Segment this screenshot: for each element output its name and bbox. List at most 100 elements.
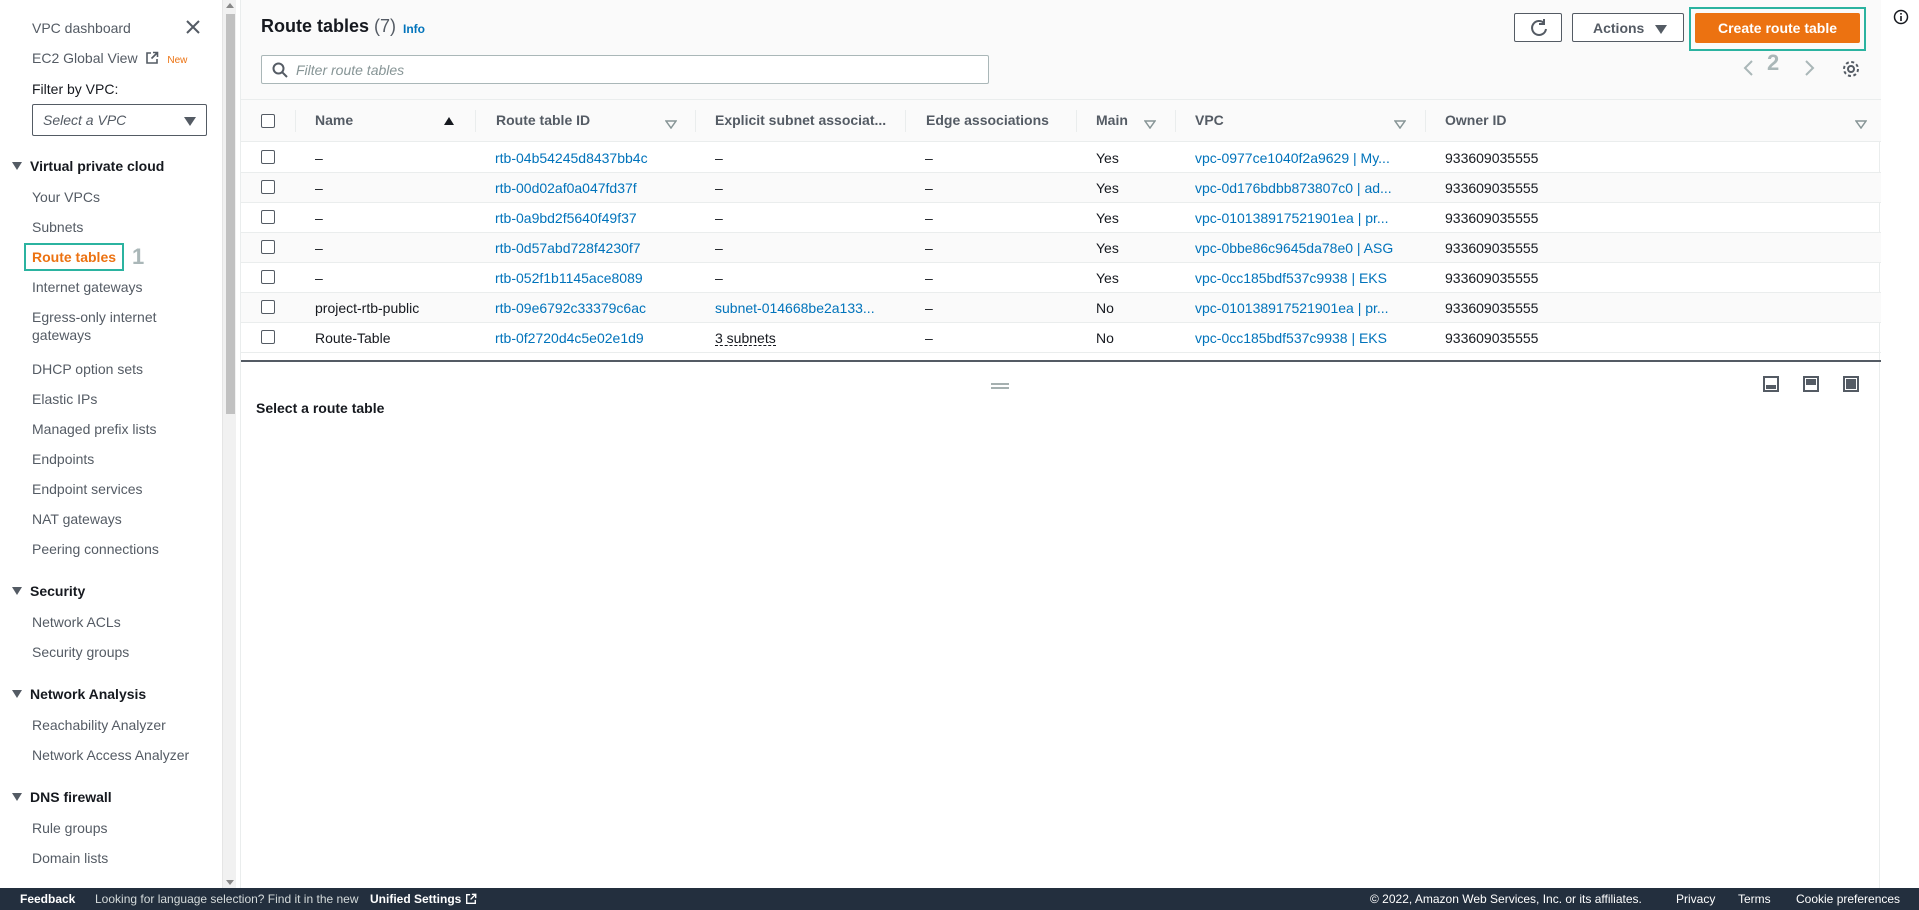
sidebar-item-nat-gateways[interactable]: NAT gateways: [32, 510, 122, 528]
column-header-route-table-id[interactable]: Route table ID: [496, 112, 590, 128]
cell-route-table-id[interactable]: rtb-0d57abd728f4230f7: [495, 240, 641, 256]
details-empty-message: Select a route table: [256, 400, 385, 416]
table-row[interactable]: – rtb-00d02af0a047fd37f – – Yes vpc-0d17…: [241, 173, 1881, 203]
sidebar-item-egress-only-gateways[interactable]: Egress-only internet gateways: [32, 308, 157, 344]
sort-icon[interactable]: [1854, 116, 1868, 134]
info-icon[interactable]: [1893, 9, 1909, 30]
sidebar-item-your-vpcs[interactable]: Your VPCs: [32, 188, 100, 206]
cell-vpc[interactable]: vpc-0977ce1040f2a9629 | My...: [1195, 150, 1390, 166]
sidebar-item-route-tables[interactable]: Route tables: [24, 243, 124, 271]
cell-subnet: –: [715, 150, 723, 166]
cookie-preferences-link[interactable]: Cookie preferences: [1796, 892, 1900, 906]
column-header-name[interactable]: Name: [315, 112, 353, 128]
cell-vpc[interactable]: vpc-0cc185bdf537c9938 | EKS: [1195, 270, 1387, 286]
table-row[interactable]: – rtb-0a9bd2f5640f49f37 – – Yes vpc-0101…: [241, 203, 1881, 233]
cell-route-table-id[interactable]: rtb-0f2720d4c5e02e1d9: [495, 330, 644, 346]
sidebar-item-dhcp-option-sets[interactable]: DHCP option sets: [32, 360, 143, 378]
section-dns-firewall[interactable]: DNS firewall: [12, 788, 112, 806]
sidebar-scrollbar[interactable]: [222, 0, 236, 888]
vpc-filter-select[interactable]: Select a VPC: [32, 104, 207, 136]
cell-vpc[interactable]: vpc-0d176bdbb873807c0 | ad...: [1195, 180, 1392, 196]
row-checkbox[interactable]: [261, 210, 275, 224]
column-header-edge-associations[interactable]: Edge associations: [926, 112, 1049, 128]
sidebar-item-domain-lists[interactable]: Domain lists: [32, 849, 108, 867]
column-header-owner-id[interactable]: Owner ID: [1445, 112, 1506, 128]
cell-subnet-popover[interactable]: 3 subnets: [715, 331, 776, 346]
select-all-checkbox[interactable]: [261, 114, 275, 128]
table-row[interactable]: – rtb-04b54245d8437bb4c – – Yes vpc-0977…: [241, 143, 1881, 173]
panel-bottom-icon[interactable]: [1762, 375, 1780, 398]
filter-route-tables[interactable]: [261, 55, 989, 84]
drag-handle-icon[interactable]: [990, 377, 1010, 395]
cell-owner-id: 933609035555: [1445, 180, 1539, 196]
create-button-highlight: Create route table: [1689, 7, 1866, 51]
row-checkbox[interactable]: [261, 180, 275, 194]
row-checkbox[interactable]: [261, 240, 275, 254]
sidebar-item-managed-prefix-lists[interactable]: Managed prefix lists: [32, 420, 157, 438]
scroll-down-icon[interactable]: [226, 880, 234, 885]
terms-link[interactable]: Terms: [1738, 892, 1771, 906]
gear-icon[interactable]: [1842, 60, 1860, 83]
actions-button[interactable]: Actions: [1572, 13, 1684, 42]
row-checkbox[interactable]: [261, 330, 275, 344]
cell-vpc[interactable]: vpc-0cc185bdf537c9938 | EKS: [1195, 330, 1387, 346]
column-header-main[interactable]: Main: [1096, 112, 1128, 128]
cell-edge: –: [925, 300, 933, 316]
cell-name: –: [315, 270, 323, 286]
refresh-button[interactable]: [1514, 13, 1562, 42]
sidebar-item-network-acls[interactable]: Network ACLs: [32, 613, 121, 631]
scrollbar-thumb[interactable]: [226, 14, 235, 414]
sidebar-item-endpoint-services[interactable]: Endpoint services: [32, 480, 143, 498]
sidebar-item-endpoints[interactable]: Endpoints: [32, 450, 94, 468]
sidebar-item-vpc-dashboard[interactable]: VPC dashboard: [32, 19, 131, 37]
sidebar-item-reachability-analyzer[interactable]: Reachability Analyzer: [32, 716, 166, 734]
cell-route-table-id[interactable]: rtb-04b54245d8437bb4c: [495, 150, 648, 166]
sort-icon[interactable]: [664, 116, 678, 134]
cell-subnet[interactable]: subnet-014668be2a133...: [715, 300, 875, 316]
cell-vpc[interactable]: vpc-0bbe86c9645da78e0 | ASG: [1195, 240, 1393, 256]
panel-full-icon[interactable]: [1842, 375, 1860, 398]
info-link[interactable]: Info: [403, 22, 425, 36]
table-row[interactable]: – rtb-0d57abd728f4230f7 – – Yes vpc-0bbe…: [241, 233, 1881, 263]
sidebar-item-peering-connections[interactable]: Peering connections: [32, 540, 159, 558]
search-input[interactable]: [296, 60, 976, 80]
cell-vpc[interactable]: vpc-010138917521901ea | pr...: [1195, 210, 1389, 226]
row-checkbox[interactable]: [261, 300, 275, 314]
sort-icon[interactable]: [1393, 116, 1407, 134]
table-row[interactable]: – rtb-052f1b1145ace8089 – – Yes vpc-0cc1…: [241, 263, 1881, 293]
create-route-table-button[interactable]: Create route table: [1695, 13, 1860, 43]
close-icon[interactable]: [183, 17, 203, 37]
sort-ascending-icon[interactable]: [444, 117, 454, 125]
section-security[interactable]: Security: [12, 582, 85, 600]
sidebar-item-security-groups[interactable]: Security groups: [32, 643, 129, 661]
sidebar-item-network-access-analyzer[interactable]: Network Access Analyzer: [32, 746, 189, 764]
sidebar-item-subnets[interactable]: Subnets: [32, 218, 83, 236]
table-row[interactable]: project-rtb-public rtb-09e6792c33379c6ac…: [241, 293, 1881, 323]
column-header-explicit-subnet[interactable]: Explicit subnet associat...: [715, 112, 886, 128]
sidebar-item-ec2-global-view[interactable]: EC2 Global View New: [32, 49, 187, 70]
cell-route-table-id[interactable]: rtb-00d02af0a047fd37f: [495, 180, 637, 196]
section-network-analysis[interactable]: Network Analysis: [12, 685, 146, 703]
panel-side-icon[interactable]: [1802, 375, 1820, 398]
privacy-link[interactable]: Privacy: [1676, 892, 1715, 906]
table-row[interactable]: Route-Table rtb-0f2720d4c5e02e1d9 3 subn…: [241, 323, 1881, 353]
sidebar-item-elastic-ips[interactable]: Elastic IPs: [32, 390, 97, 408]
sidebar-item-internet-gateways[interactable]: Internet gateways: [32, 278, 143, 296]
row-checkbox[interactable]: [261, 150, 275, 164]
split-panel-divider[interactable]: [241, 360, 1881, 362]
chevron-left-icon[interactable]: [1742, 60, 1756, 81]
cell-vpc[interactable]: vpc-010138917521901ea | pr...: [1195, 300, 1389, 316]
cell-route-table-id[interactable]: rtb-052f1b1145ace8089: [495, 270, 643, 286]
sort-icon[interactable]: [1143, 116, 1157, 134]
sidebar-item-rule-groups[interactable]: Rule groups: [32, 819, 108, 837]
unified-settings-link[interactable]: Unified Settings: [370, 892, 477, 908]
scroll-up-icon[interactable]: [226, 3, 234, 8]
feedback-link[interactable]: Feedback: [20, 892, 75, 906]
cell-route-table-id[interactable]: rtb-0a9bd2f5640f49f37: [495, 210, 637, 226]
cell-name: –: [315, 240, 323, 256]
chevron-right-icon[interactable]: [1802, 60, 1816, 81]
column-header-vpc[interactable]: VPC: [1195, 112, 1224, 128]
row-checkbox[interactable]: [261, 270, 275, 284]
section-virtual-private-cloud[interactable]: Virtual private cloud: [12, 157, 164, 175]
cell-route-table-id[interactable]: rtb-09e6792c33379c6ac: [495, 300, 646, 316]
